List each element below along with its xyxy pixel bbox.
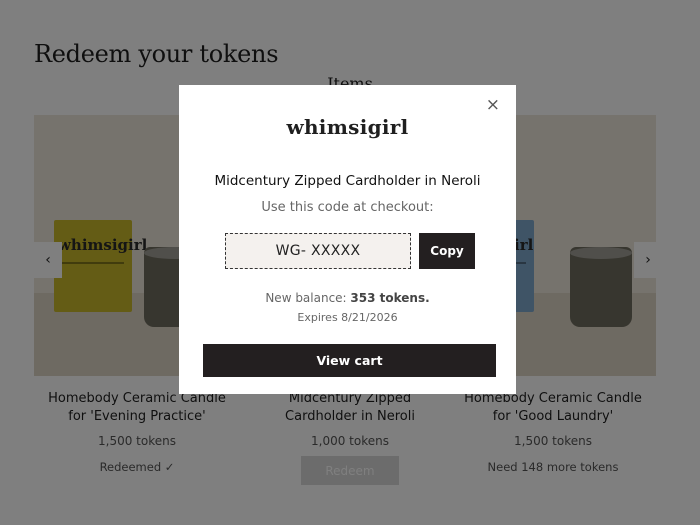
expiry-date: Expires 8/21/2026 — [297, 311, 398, 324]
modal-item-name: Midcentury Zipped Cardholder in Neroli — [214, 173, 481, 189]
balance-value: 353 tokens. — [350, 291, 430, 305]
new-balance-text: New balance: 353 tokens. — [265, 291, 430, 305]
copy-button[interactable]: Copy — [419, 233, 475, 269]
checkout-instruction: Use this code at checkout: — [261, 200, 434, 215]
close-icon[interactable]: × — [486, 95, 500, 115]
discount-code-field[interactable]: WG- XXXXX — [225, 233, 411, 269]
redemption-code-modal: × whimsigirl Midcentury Zipped Cardholde… — [179, 85, 516, 394]
view-cart-button[interactable]: View cart — [203, 344, 496, 377]
brand-logo: whimsigirl — [286, 115, 409, 139]
